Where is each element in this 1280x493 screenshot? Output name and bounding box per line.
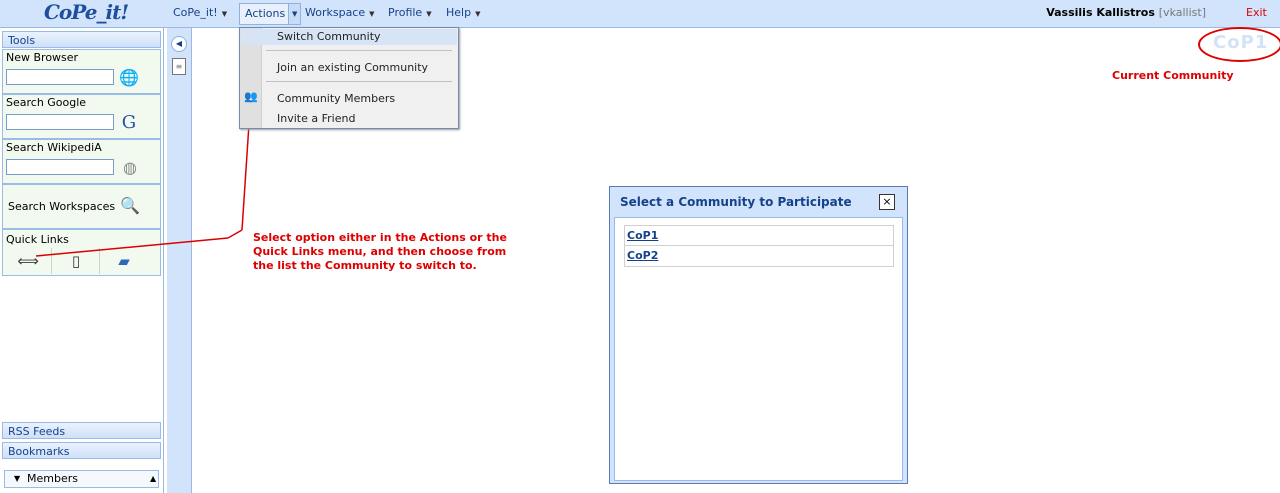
new-browser-tool: New Browser 🌐 <box>2 49 161 94</box>
user-display: Vassilis Kallistros [vkallist] <box>1046 6 1206 19</box>
menu-separator <box>266 50 452 51</box>
chevron-down-icon: ▼ <box>475 10 481 18</box>
menu-label: CoPe_it! <box>173 6 218 19</box>
search-google-tool: Search Google G <box>2 94 161 139</box>
new-browser-input[interactable] <box>6 69 114 85</box>
google-icon[interactable]: G <box>119 113 139 133</box>
current-community-label: Current Community <box>1112 69 1234 82</box>
close-icon[interactable]: × <box>879 194 895 210</box>
quick-links-tool: Quick Links ⟺ ▯ ▰ <box>2 229 161 276</box>
chevron-down-icon[interactable]: ▼ <box>14 471 20 487</box>
rss-feeds-panel-title[interactable]: RSS Feeds <box>2 422 161 439</box>
users-icon: 👥 <box>244 90 258 103</box>
side-toolbar <box>167 28 192 493</box>
tool-label: Quick Links <box>6 233 69 246</box>
community-link-cop1[interactable]: CoP1 <box>627 229 658 242</box>
menu-label: Workspace <box>305 6 366 19</box>
list-item: CoP2 <box>624 246 894 267</box>
list-item: CoP1 <box>624 225 894 246</box>
select-community-dialog: Select a Community to Participate × CoP1… <box>609 186 908 484</box>
user-name: Vassilis Kallistros <box>1046 6 1155 19</box>
members-label: Members <box>27 472 78 485</box>
tool-label: Search WikipediA <box>6 141 102 154</box>
search-wikipedia-tool: Search WikipediA ◍ <box>2 139 161 184</box>
menu-label: Help <box>446 6 472 19</box>
collapse-left-icon[interactable]: ◀ <box>171 36 187 52</box>
menu-label: Profile <box>388 6 423 19</box>
chevron-down-icon: ▼ <box>426 10 432 18</box>
google-search-input[interactable] <box>6 114 114 130</box>
tool-label: New Browser <box>6 51 79 64</box>
menu-item-join-community[interactable]: Join an existing Community <box>277 61 428 74</box>
annotation-line-join <box>227 229 243 239</box>
dialog-title: Select a Community to Participate <box>620 195 852 209</box>
switch-arrows-icon[interactable]: ⟺ <box>5 248 52 274</box>
bookmarks-panel-title[interactable]: Bookmarks <box>2 442 161 459</box>
menu-label: Actions <box>245 7 286 20</box>
menu-workspace[interactable]: Workspace ▼ <box>305 6 375 19</box>
menu-item-invite-friend[interactable]: Invite a Friend <box>277 112 355 125</box>
menu-item-community-members[interactable]: Community Members <box>277 92 395 105</box>
document-icon[interactable]: ▯ <box>53 248 100 274</box>
folder-icon[interactable]: ▰ <box>101 248 147 274</box>
user-login: [vkallist] <box>1158 6 1206 19</box>
tool-label: Search Google <box>6 96 87 109</box>
menu-profile[interactable]: Profile ▼ <box>388 6 432 19</box>
highlight-oval <box>1198 27 1280 62</box>
menu-cope-it[interactable]: CoPe_it! ▼ <box>173 6 227 19</box>
chevron-down-icon: ▼ <box>369 10 375 18</box>
menu-actions[interactable]: Actions ▼ <box>239 3 302 25</box>
community-link-cop2[interactable]: CoP2 <box>627 249 658 262</box>
chevron-down-icon[interactable]: ▼ <box>288 4 301 24</box>
members-panel[interactable]: ▼ Members ▲ <box>4 470 159 488</box>
actions-dropdown-menu: Switch Community Join an existing Commun… <box>239 27 459 129</box>
app-logo[interactable]: CoPe_it! <box>44 0 129 24</box>
magnifier-icon[interactable]: 🔍 <box>120 196 140 216</box>
globe-icon[interactable]: 🌐 <box>119 68 139 88</box>
wikipedia-globe-icon[interactable]: ◍ <box>120 158 140 178</box>
search-workspaces-tool[interactable]: Search Workspaces 🔍 <box>2 184 161 229</box>
dialog-body: CoP1 CoP2 <box>614 217 903 481</box>
chevron-up-icon[interactable]: ▲ <box>150 471 156 487</box>
menu-separator <box>266 81 452 82</box>
wikipedia-search-input[interactable] <box>6 159 114 175</box>
menu-help[interactable]: Help ▼ <box>446 6 480 19</box>
page-icon[interactable]: ≡ <box>172 58 186 75</box>
menu-item-switch-community[interactable]: Switch Community <box>277 30 381 43</box>
tool-label: Search Workspaces <box>8 200 116 213</box>
exit-link[interactable]: Exit <box>1246 6 1267 19</box>
tools-panel-title[interactable]: Tools <box>2 31 161 48</box>
annotation-text: Select option either in the Actions or t… <box>253 231 507 272</box>
chevron-down-icon: ▼ <box>221 10 228 18</box>
